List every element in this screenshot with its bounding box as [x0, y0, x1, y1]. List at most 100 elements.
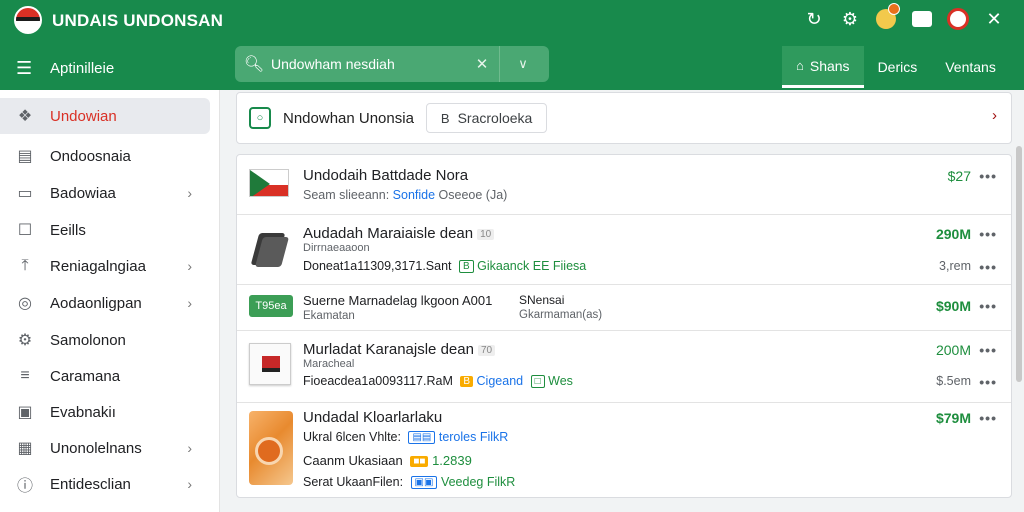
list-icon: ≡: [20, 367, 30, 384]
item-title: Audadah Maraiaisle dean 10: [303, 225, 495, 242]
list-item[interactable]: Murladat Karanajsle dean 70 Maracheal Fio…: [237, 331, 1011, 403]
more-options-icon[interactable]: •••: [979, 259, 997, 275]
search-icon: 🔍︎: [243, 56, 265, 73]
sidebar-item-entidesclian[interactable]: ⓘ Entidesclian ›: [0, 466, 210, 502]
item-price: $27: [947, 168, 971, 184]
vertical-scrollbar[interactable]: [1016, 146, 1022, 382]
status-badge: T95ea: [249, 295, 293, 317]
tab-shans[interactable]: ⌂ Shans: [782, 46, 864, 88]
item-subtitle: Seam slieeann: Sonfide Oseeoe (Ja): [303, 188, 508, 202]
item-detail-3: Serat UkaanFilen: ▣▣ Veedeg FilkR: [303, 475, 516, 490]
chevron-right-icon: ›: [187, 440, 192, 456]
search-bar: 🔍︎ ✕ ∨: [235, 46, 549, 82]
sidebar: ❖ Undowian ▤ Ondoosnaia ▭ Badowiaa › ☐ Eeills…: [0, 90, 220, 512]
sidebar-item-undowian[interactable]: ❖ Undowian: [0, 98, 210, 134]
tag-icon: ❖: [17, 108, 33, 125]
item-detail-2: Caanm Ukasiaan ■■ 1.2839: [303, 453, 472, 468]
sidebar-item-reniagalngiaa[interactable]: ⤒ Reniagalngiaa ›: [0, 248, 210, 284]
tab-ventans[interactable]: Ventans: [931, 46, 1010, 88]
avatar[interactable]: [940, 6, 976, 32]
edit-icon: ☐: [17, 222, 33, 239]
chevron-right-icon: ›: [187, 185, 192, 201]
header-toolbar: ↻ ⚙ ✕: [796, 3, 1012, 32]
item-title: Suerne Marnadelag lkgoon A001: [303, 293, 493, 308]
page-title: Nndowhan Unonsia: [283, 109, 414, 127]
app-header: UNDAIS UNDONSAN ↻ ⚙ ✕ ☰ Aptinilleie 🔍︎ ✕…: [0, 0, 1024, 90]
item-title: Undodaih Battdade Nora: [303, 167, 469, 184]
sidebar-item-evabnaki[interactable]: ▣ Evabnakiı: [0, 394, 210, 430]
chevron-right-icon: ›: [187, 295, 192, 311]
more-options-icon[interactable]: •••: [979, 168, 997, 184]
flag-thumbnail: [249, 169, 289, 197]
close-icon[interactable]: ✕: [976, 6, 1012, 32]
app-logo: [14, 6, 42, 34]
info-icon: ⓘ: [16, 478, 33, 495]
home-icon: ⌂: [796, 58, 804, 73]
mail-icon[interactable]: [904, 6, 940, 32]
item-title: Murladat Karanajsle dean 70: [303, 341, 496, 358]
breadcrumb: ○ Nndowhan Unonsia B Sracroloeka ›: [236, 92, 1012, 144]
sidebar-item-unonolelnans[interactable]: ▦ Unonolelnans ›: [0, 430, 210, 466]
item-subtitle: Dirrnaeaaoon: [303, 242, 370, 254]
list-item[interactable]: Audadah Maraiaisle dean 10 Dirrnaeaaoon D…: [237, 215, 1011, 285]
search-input[interactable]: [265, 56, 465, 72]
item-count-badge: 70: [477, 344, 496, 356]
upload-icon: ⤒: [21, 257, 29, 274]
item-col2-title: SNensai: [519, 293, 565, 307]
check-icon: ○: [249, 107, 271, 129]
item-price: 290M: [935, 226, 971, 242]
gear-icon: ⚙: [17, 332, 33, 349]
document-icon: ▤: [17, 148, 33, 165]
clear-search-icon[interactable]: ✕: [465, 55, 499, 73]
item-col2-sub: Gkarmaman(as): [519, 309, 603, 321]
sidebar-item-badowiaa[interactable]: ▭ Badowiaa ›: [0, 175, 210, 211]
calendar-icon: ▦: [17, 440, 33, 457]
app-title: UNDAIS UNDONSAN: [52, 11, 224, 30]
bold-icon: B: [440, 110, 450, 126]
sidebar-item-ondoosnaia[interactable]: ▤ Ondoosnaia: [0, 138, 210, 174]
sidebar-item-eeills[interactable]: ☐ Eeills: [0, 212, 210, 248]
results-list: Undodaih Battdade Nora Seam slieeann: So…: [236, 154, 1012, 498]
folder-icon: ▭: [17, 185, 33, 202]
item-meta: 3,rem: [939, 259, 971, 273]
sidebar-item-caramana[interactable]: ≡ Caramana: [0, 358, 210, 394]
notifications-icon[interactable]: [868, 3, 904, 32]
refresh-icon[interactable]: ↻: [796, 6, 832, 32]
settings-icon[interactable]: ⚙: [832, 6, 868, 32]
image-thumbnail: [249, 411, 293, 485]
more-options-icon[interactable]: •••: [979, 410, 997, 426]
search-dropdown-icon[interactable]: ∨: [500, 56, 546, 72]
menu-label: Aptinilleie: [50, 60, 115, 77]
item-count-badge: 10: [477, 228, 495, 240]
chevron-right-icon: ›: [187, 258, 192, 274]
chevron-right-icon[interactable]: ›: [992, 107, 997, 124]
tab-derics[interactable]: Derics: [864, 46, 932, 88]
header-tabs: ⌂ Shans Derics Ventans: [782, 46, 1010, 88]
list-item[interactable]: Undodaih Battdade Nora Seam slieeann: So…: [237, 155, 1011, 215]
item-meta: $.5em: [936, 374, 971, 388]
more-options-icon[interactable]: •••: [979, 342, 997, 358]
item-details: Fioeacdea1a0093117.RaM B Cigeand □ Wes: [303, 374, 573, 389]
list-item[interactable]: Undadal Kloarlarlaku Ukral 6lcen Vhlte: …: [237, 403, 1011, 497]
item-subtitle: Maracheal: [303, 358, 355, 370]
item-price: 200M: [935, 342, 971, 358]
item-subtitle: Ekamatan: [303, 310, 355, 322]
hamburger-menu-icon[interactable]: ☰: [16, 58, 32, 79]
box-thumbnail: [249, 343, 291, 385]
sidebar-item-aodaonligpan[interactable]: ◎ Aodaonligpan ›: [0, 285, 210, 321]
list-item[interactable]: T95ea Suerne Marnadelag lkgoon A001 Ekam…: [237, 285, 1011, 331]
more-options-icon[interactable]: •••: [979, 374, 997, 390]
item-detail-1: Ukral 6lcen Vhlte: ▤▤ teroles FilkR: [303, 430, 509, 445]
item-title: Undadal Kloarlarlaku: [303, 409, 443, 426]
more-options-icon[interactable]: •••: [979, 226, 997, 242]
more-options-icon[interactable]: •••: [979, 298, 997, 314]
globe-icon: ◎: [18, 295, 32, 312]
item-details: Doneat1a11309,3171.Sant B Gikaanck EE Fi…: [303, 259, 587, 274]
filter-chip[interactable]: B Sracroloeka: [425, 103, 548, 133]
item-price: $90M: [935, 298, 971, 314]
terminal-icon: ▣: [17, 404, 33, 421]
item-price: $79M: [935, 410, 971, 426]
laptop-thumbnail: [249, 229, 291, 269]
sidebar-item-samolonon[interactable]: ⚙ Samolonon: [0, 322, 210, 358]
chevron-right-icon: ›: [187, 476, 192, 492]
